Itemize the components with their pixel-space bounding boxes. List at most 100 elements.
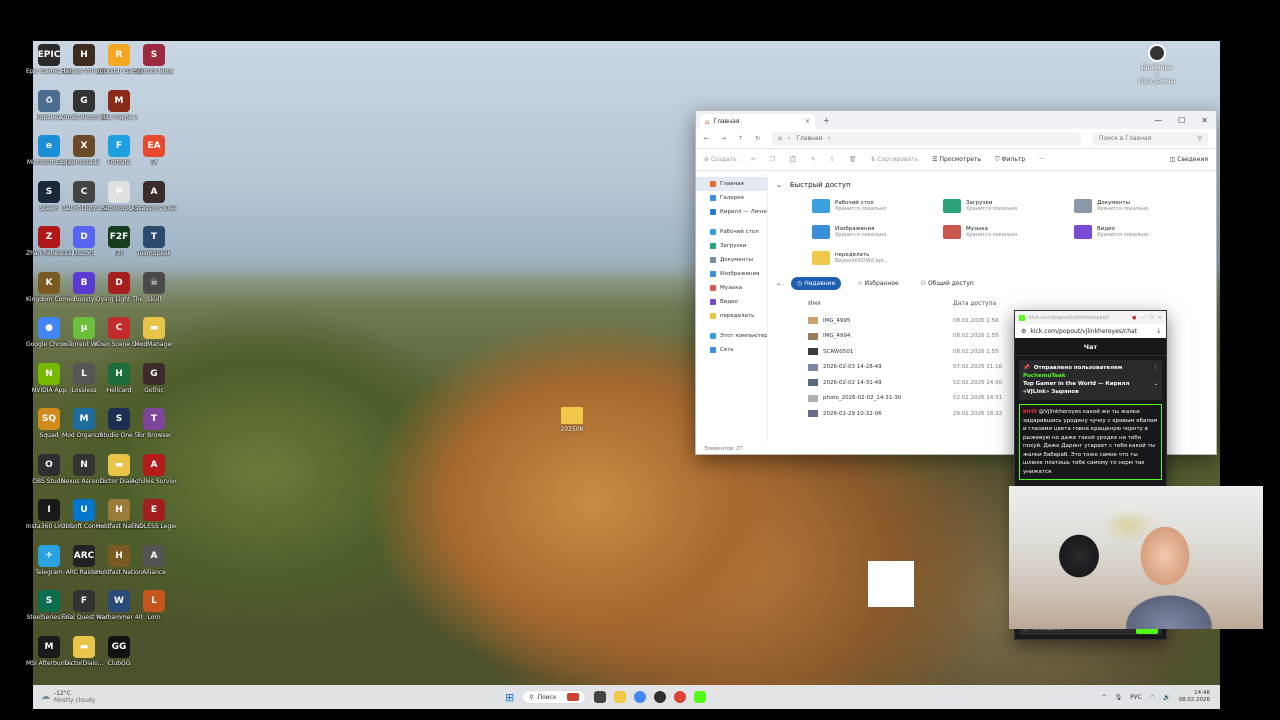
app-icon: GG — [108, 635, 130, 658]
app-icon: L — [143, 590, 165, 612]
nav-item-label: Загрузки — [720, 243, 747, 249]
desktop-shortcut[interactable]: ☠ Skull — [131, 271, 177, 303]
nav-item[interactable]: Документы — [696, 253, 767, 267]
nav-item[interactable]: переделать — [696, 309, 767, 323]
desktop-shortcut-drivers[interactable]: Драйверы и Программы — [1139, 44, 1175, 85]
up-icon[interactable]: ↑ — [738, 135, 743, 142]
maximize-icon[interactable]: ☐ — [1178, 116, 1185, 125]
nav-item[interactable]: Видео — [696, 295, 767, 309]
desktop-shortcut[interactable]: L Lorn — [131, 590, 177, 621]
new-tab-button[interactable]: + — [823, 116, 830, 125]
language-indicator[interactable]: РУС — [1130, 694, 1141, 701]
quick-access-item[interactable]: Видео Хранится локально — [1074, 221, 1205, 243]
quick-access-item[interactable]: Изображения Хранится локально — [812, 221, 943, 243]
chrome-icon[interactable] — [634, 691, 647, 703]
quick-access-item[interactable]: Документы Хранится локально — [1074, 195, 1205, 217]
cut-icon[interactable]: ✂ — [751, 156, 756, 163]
microphone-icon[interactable]: 🎙 — [1115, 694, 1123, 701]
weather-widget[interactable]: ☁ -12°C Mostly cloudy — [41, 690, 95, 704]
desktop-shortcut[interactable]: T TeamSpeak — [131, 226, 177, 257]
desktop-shortcut[interactable]: EA EA — [131, 135, 177, 166]
more-icon[interactable]: ⋮ — [1153, 364, 1159, 372]
task-view-icon[interactable] — [594, 691, 607, 703]
tab-recent[interactable]: ◷ Недавние — [791, 277, 842, 290]
desktop-shortcut[interactable]: G Gothic — [131, 362, 177, 394]
tab-favorites[interactable]: ☆ Избранное — [851, 277, 904, 290]
nav-item[interactable]: Музыка — [696, 281, 767, 295]
file-explorer-icon[interactable] — [614, 691, 627, 703]
close-tab-icon[interactable]: ✕ — [805, 118, 810, 125]
maximize-icon[interactable]: ☐ — [1149, 315, 1153, 321]
chat-url-bar[interactable]: ⚙ kick.com/popout/vjlinkheroyes/chat ⤓ — [1015, 324, 1166, 338]
nav-item[interactable]: Загрузки — [696, 239, 767, 253]
clock[interactable]: 14:46 08.02.2026 — [1179, 690, 1211, 704]
message-user[interactable]: kirill — [1023, 409, 1037, 415]
app-icon: H — [108, 499, 130, 521]
weather-desc: Mostly cloudy — [54, 697, 96, 704]
details-button[interactable]: ◫ Сведения — [1170, 156, 1208, 163]
chevron-up-icon[interactable]: ⌃ — [1102, 694, 1107, 701]
desktop-shortcut[interactable]: ▬ ModManager — [131, 317, 177, 348]
share-icon[interactable]: ⇪ — [830, 156, 835, 163]
create-button[interactable]: ⊕ Создать — [704, 156, 737, 163]
nav-item-label: Видео — [720, 299, 738, 305]
chrome-profile-icon[interactable] — [674, 691, 687, 703]
desktop-shortcut[interactable]: GG ClubGG — [96, 635, 142, 667]
close-icon[interactable]: ✕ — [1201, 116, 1208, 125]
desktop-shortcut[interactable]: A Assassin's Creed — [131, 180, 177, 212]
address-bar-row: ← → ↑ ↻ ⌂ › Главная › Поиск в Главная ⚲ — [696, 129, 1216, 149]
extension-icon[interactable]: ● — [1132, 315, 1136, 321]
quick-access-item[interactable]: Загрузки Хранится локально — [943, 195, 1074, 217]
nav-item[interactable]: Кирилл — Личное — [696, 205, 767, 219]
desktop-shortcut[interactable]: A Alliance — [131, 544, 177, 576]
desktop-shortcut[interactable]: M Max Payne 3 — [96, 89, 142, 121]
refresh-icon[interactable]: ↻ — [755, 135, 760, 142]
nav-item[interactable]: Галерея — [696, 191, 767, 205]
desktop-shortcut[interactable]: S Shinobi Ninja — [131, 44, 177, 75]
app-icon: X — [73, 135, 95, 157]
desktop-shortcut[interactable]: A Achilles Survivor — [131, 453, 177, 485]
nav-item[interactable]: Изображения — [696, 267, 767, 281]
filter-button[interactable]: ⛉ Фильтр — [995, 156, 1025, 164]
view-button[interactable]: ☰ Просмотреть — [932, 156, 981, 163]
quick-access-item[interactable]: Музыка Хранится локально — [943, 221, 1074, 243]
rename-icon[interactable]: ✎ — [811, 156, 816, 163]
quick-access-header[interactable]: ⌄ Быстрый доступ — [776, 181, 1212, 189]
back-icon[interactable]: ← — [704, 135, 709, 142]
download-icon[interactable]: ⤓ — [1157, 327, 1160, 335]
column-name[interactable]: Имя — [808, 300, 953, 307]
chevron-down-icon[interactable]: ⌄ — [1153, 380, 1158, 396]
desktop-folder[interactable]: 202506 — [557, 407, 587, 433]
column-date[interactable]: Дата доступа — [953, 300, 996, 307]
paste-icon[interactable]: 📋 — [789, 156, 796, 163]
taskbar-search[interactable]: ⚲ Поиск — [522, 690, 587, 704]
delete-icon[interactable]: 🗑 — [849, 156, 857, 163]
copy-icon[interactable]: ❐ — [770, 156, 775, 163]
desktop-shortcut[interactable]: T Tor Browser — [131, 408, 177, 439]
nav-item[interactable]: Сеть — [696, 343, 767, 357]
nav-item[interactable]: Рабочий стол — [696, 225, 767, 239]
obs-icon[interactable] — [654, 691, 667, 703]
weather-temp: -12°C — [54, 690, 71, 697]
desktop-shortcut[interactable]: E ENDLESS Legend 2 — [131, 499, 177, 530]
nav-item-label: Галерея — [720, 195, 744, 201]
quick-access-item[interactable]: переделать Видео\NVIDIA\Capt... — [812, 247, 943, 269]
nav-item[interactable]: Главная — [696, 177, 767, 191]
search-input[interactable]: Поиск в Главная ⚲ — [1093, 131, 1208, 146]
address-field[interactable]: ⌂ › Главная › — [772, 131, 1081, 146]
breadcrumb-home[interactable]: Главная — [796, 135, 822, 142]
forward-icon[interactable]: → — [721, 135, 726, 142]
close-icon[interactable]: ✕ — [1158, 315, 1162, 321]
sort-button[interactable]: ⇅ Сортировать — [870, 156, 918, 163]
kick-taskbar-icon[interactable] — [694, 691, 707, 703]
tab-home[interactable]: ⌂ Главная ✕ — [700, 114, 815, 129]
minimize-icon[interactable]: — — [1140, 315, 1145, 321]
nav-item[interactable]: Этот компьютер — [696, 329, 767, 343]
volume-icon[interactable]: 🔊 — [1163, 694, 1170, 701]
start-icon[interactable]: ⊞ — [505, 691, 514, 704]
more-button[interactable]: ··· — [1039, 156, 1045, 163]
minimize-icon[interactable]: — — [1154, 116, 1162, 125]
tab-shared[interactable]: ⚇ Общий доступ — [915, 277, 980, 290]
quick-access-item[interactable]: Рабочий стол Хранится локально — [812, 195, 943, 217]
wifi-icon[interactable]: ◠ — [1150, 694, 1155, 701]
